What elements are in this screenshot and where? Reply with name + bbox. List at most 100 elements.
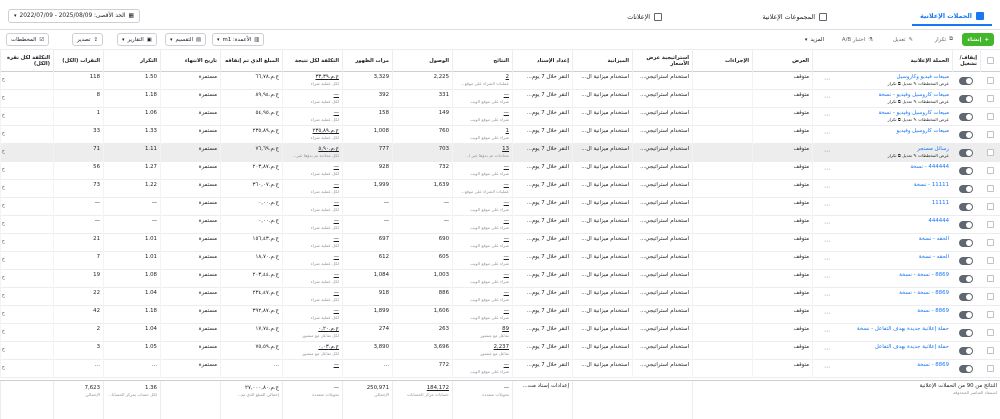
row-checkbox[interactable] [987, 77, 994, 84]
status-toggle[interactable] [959, 113, 973, 121]
cell-campaign-name[interactable]: 11111 - نسخة [812, 180, 952, 198]
status-toggle[interactable] [959, 275, 973, 283]
more-options-icon[interactable]: ⋯ [824, 274, 830, 281]
cell-campaign-name[interactable]: مبيعات فيديو وكاروسيل عرض المخططات ✎ تعدي… [812, 72, 952, 90]
more-options-icon[interactable]: ⋯ [824, 346, 830, 353]
header-amount-spent[interactable]: المبلغ الذي تم إنفاقه [220, 50, 282, 72]
row-inline-actions[interactable]: عرض المخططات ✎ تعديل ⧉ تكرار [816, 153, 949, 158]
header-toggle[interactable]: إيقاف/تشغيل [952, 50, 980, 72]
breakdown-button[interactable]: ▤ التقسيم ▾ [165, 33, 207, 46]
table-row[interactable]: الحقه - نسخة ⋯ متوقف استخدام استراتيجي... اس… [0, 252, 1000, 270]
status-toggle[interactable] [959, 95, 973, 103]
more-options-icon[interactable]: ⋯ [824, 292, 830, 299]
status-toggle[interactable] [959, 149, 973, 157]
table-row[interactable]: مبيعات فيديو وكاروسيل عرض المخططات ✎ تعدي… [0, 72, 1000, 90]
table-row[interactable]: 11111 ⋯ متوقف استخدام استراتيجي... استخدام م… [0, 198, 1000, 216]
table-row[interactable]: 444444 ⋯ متوقف استخدام استراتيجي... استخدام … [0, 216, 1000, 234]
charts-button[interactable]: ☑ المخططات [6, 33, 50, 46]
table-row[interactable]: حملة إعلانية جديدة بهدف التفاعل - نسخة ⋯ م… [0, 324, 1000, 342]
more-options-icon[interactable]: ⋯ [824, 130, 830, 137]
more-options-icon[interactable]: ⋯ [824, 184, 830, 191]
campaign-name-link[interactable]: 8869 - نسخة [917, 308, 949, 314]
campaign-name-link[interactable]: 444444 - نسخة [910, 164, 949, 170]
row-checkbox[interactable] [987, 185, 994, 192]
row-checkbox[interactable] [987, 329, 994, 336]
header-results[interactable]: النتائج [452, 50, 512, 72]
ab-test-button[interactable]: ⚗ اختبار A/B [837, 33, 878, 46]
row-checkbox[interactable] [987, 95, 994, 102]
create-button[interactable]: + إنشاء [962, 33, 994, 46]
cell-campaign-name[interactable]: مبيعات كاروسيل وفيديو - نسخة عرض المخططات… [812, 90, 952, 108]
cell-campaign-name[interactable]: 11111 [812, 198, 952, 216]
campaign-name-link[interactable]: الحقه - نسخة [919, 254, 949, 260]
status-toggle[interactable] [959, 77, 973, 85]
export-button[interactable]: ⇪ تصدير [72, 33, 104, 46]
header-select-all[interactable] [980, 50, 1000, 72]
more-options-icon[interactable]: ⋯ [824, 328, 830, 335]
table-row[interactable]: 8869 - نسخة ⋯ متوقف استخدام استراتيجي... است… [0, 306, 1000, 324]
cell-campaign-name[interactable]: 444444 - نسخة [812, 162, 952, 180]
table-row[interactable]: مبيعات كاروسيل وفيديو - نسخة عرض المخططات… [0, 108, 1000, 126]
tab-campaigns[interactable]: الحملات الإعلانية [911, 8, 992, 26]
edit-button[interactable]: ✎ تعديل [888, 33, 918, 46]
reports-button[interactable]: ▣ التقارير ▾ [117, 33, 157, 46]
table-row[interactable]: 11111 - نسخة ⋯ متوقف استخدام استراتيجي... اس… [0, 180, 1000, 198]
row-checkbox[interactable] [987, 131, 994, 138]
row-inline-actions[interactable]: عرض المخططات ✎ تعديل ⧉ تكرار [816, 117, 949, 122]
cell-campaign-name[interactable]: حملة إعلانية جديدة بهدف التفاعل [812, 342, 952, 360]
table-row[interactable]: رسائل مسنجر عرض المخططات ✎ تعديل ⧉ تكرار ⋯… [0, 144, 1000, 162]
header-delivery[interactable]: العرض [752, 50, 812, 72]
more-options-icon[interactable]: ⋯ [824, 76, 830, 83]
status-toggle[interactable] [959, 167, 973, 175]
cell-campaign-name[interactable]: مبيعات كاروسيل وفيديو [812, 126, 952, 144]
campaign-name-link[interactable]: 11111 - نسخة [914, 182, 949, 188]
status-toggle[interactable] [959, 347, 973, 355]
row-checkbox[interactable] [987, 365, 994, 372]
header-cpc[interactable]: التكلفة لكل نقرة (الكل) [0, 50, 53, 72]
duplicate-button[interactable]: ⧉ تكرار [930, 33, 958, 46]
status-toggle[interactable] [959, 185, 973, 193]
row-checkbox[interactable] [987, 149, 994, 156]
select-all-checkbox[interactable] [987, 57, 994, 64]
header-actions[interactable]: الإجراءات [692, 50, 752, 72]
header-cost-per-result[interactable]: التكلفة لكل نتيجة [282, 50, 342, 72]
cell-campaign-name[interactable]: 8869 - نسخة - نسخة [812, 270, 952, 288]
campaign-name-link[interactable]: حملة إعلانية جديدة بهدف التفاعل [875, 344, 949, 350]
more-options-icon[interactable]: ⋯ [824, 256, 830, 263]
row-inline-actions[interactable]: عرض المخططات ✎ تعديل ⧉ تكرار [816, 99, 949, 104]
row-checkbox[interactable] [987, 113, 994, 120]
campaign-name-link[interactable]: 444444 [928, 218, 949, 224]
header-ends[interactable]: تاريخ الانتهاء [160, 50, 220, 72]
table-row[interactable]: 444444 - نسخة ⋯ متوقف استخدام استراتيجي... ا… [0, 162, 1000, 180]
tab-adsets[interactable]: المجموعات الإعلانية [754, 8, 835, 26]
more-options-icon[interactable]: ⋯ [824, 94, 830, 101]
campaign-name-link[interactable]: 8869 - نسخة - نسخة [899, 272, 949, 278]
more-options-icon[interactable]: ⋯ [824, 220, 830, 227]
row-checkbox[interactable] [987, 293, 994, 300]
row-checkbox[interactable] [987, 221, 994, 228]
table-row[interactable]: 8869 - نسخة ⋯ متوقف استخدام استراتيجي... است… [0, 360, 1000, 378]
header-attribution[interactable]: إعداد الإسناد [512, 50, 572, 72]
tab-ads[interactable]: الإعلانات [619, 8, 670, 26]
row-checkbox[interactable] [987, 347, 994, 354]
status-toggle[interactable] [959, 221, 973, 229]
campaign-name-link[interactable]: رسائل مسنجر [917, 146, 949, 152]
more-options-icon[interactable]: ⋯ [824, 310, 830, 317]
header-impressions[interactable]: مرات الظهور [342, 50, 392, 72]
row-checkbox[interactable] [987, 311, 994, 318]
header-bid-strategy[interactable]: استراتيجية عرض الأسعار [632, 50, 692, 72]
status-toggle[interactable] [959, 239, 973, 247]
table-row[interactable]: الحقه - نسخة ⋯ متوقف استخدام استراتيجي... اس… [0, 234, 1000, 252]
date-range-picker[interactable]: ▾ الحد الأقصى: 2025/08/09 - 2022/07/09 ▦ [8, 9, 140, 23]
table-row[interactable]: حملة إعلانية جديدة بهدف التفاعل ⋯ متوقف است… [0, 342, 1000, 360]
campaign-name-link[interactable]: 11111 [932, 200, 949, 206]
more-options-icon[interactable]: ⋯ [824, 166, 830, 173]
cell-campaign-name[interactable]: حملة إعلانية جديدة بهدف التفاعل - نسخة [812, 324, 952, 342]
cell-campaign-name[interactable]: مبيعات كاروسيل وفيديو - نسخة عرض المخططات… [812, 108, 952, 126]
header-campaign[interactable]: الحملة الإعلانية [812, 50, 952, 72]
table-row[interactable]: 8869 - نسخة - نسخة ⋯ متوقف استخدام استراتيج… [0, 270, 1000, 288]
cell-campaign-name[interactable]: الحقه - نسخة [812, 234, 952, 252]
cell-campaign-name[interactable]: الحقه - نسخة [812, 252, 952, 270]
more-dropdown[interactable]: المزيد ▾ [805, 33, 824, 46]
campaign-name-link[interactable]: مبيعات فيديو وكاروسيل [897, 74, 949, 80]
